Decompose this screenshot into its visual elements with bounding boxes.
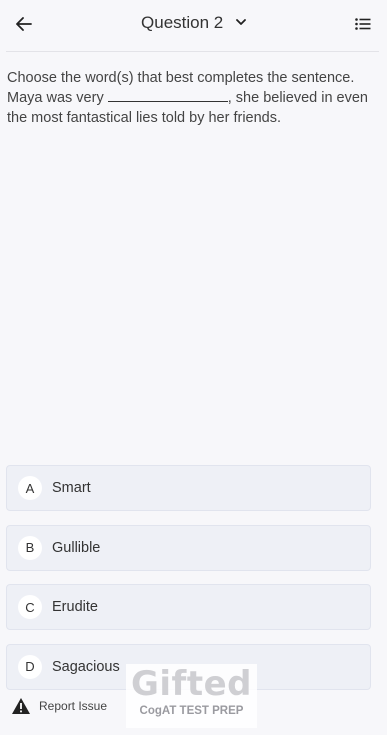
page-title: Question 2 xyxy=(141,13,224,32)
list-icon xyxy=(355,18,371,30)
option-letter: B xyxy=(18,535,42,560)
option-label: Gullible xyxy=(52,539,101,556)
option-a[interactable]: A Smart xyxy=(6,465,371,511)
option-letter: A xyxy=(18,476,42,500)
option-label: Erudite xyxy=(52,599,98,615)
sentence-start: Maya was very xyxy=(7,90,104,106)
option-label: Sagacious xyxy=(52,658,120,675)
watermark-brand: Gifted xyxy=(130,664,252,704)
question-sentence: Maya was very , she believed in even the… xyxy=(7,88,377,128)
warning-icon xyxy=(12,698,30,714)
option-b[interactable]: B Gullible xyxy=(6,524,371,571)
answer-blank xyxy=(107,90,228,102)
question-text: Choose the word(s) that best completes t… xyxy=(7,68,377,128)
question-instruction: Choose the word(s) that best completes t… xyxy=(7,70,355,86)
report-issue-label: Report Issue xyxy=(39,699,108,713)
option-c[interactable]: C Erudite xyxy=(6,584,371,630)
question-list-button[interactable] xyxy=(353,14,373,34)
header-divider xyxy=(6,51,379,52)
option-letter: C xyxy=(18,595,42,619)
question-selector[interactable]: Question 2 xyxy=(0,13,387,33)
watermark-tagline: CogAT TEST PREP xyxy=(139,705,244,717)
report-issue-link[interactable]: Report Issue xyxy=(11,697,107,715)
watermark-logo: Gifted CogAT TEST PREP xyxy=(126,664,257,728)
option-label: Smart xyxy=(52,480,91,496)
question-screen: Question 2 Choose the word(s) that best … xyxy=(0,0,387,735)
option-letter: D xyxy=(18,654,42,679)
chevron-down-icon xyxy=(236,19,246,25)
header: Question 2 xyxy=(0,0,387,50)
